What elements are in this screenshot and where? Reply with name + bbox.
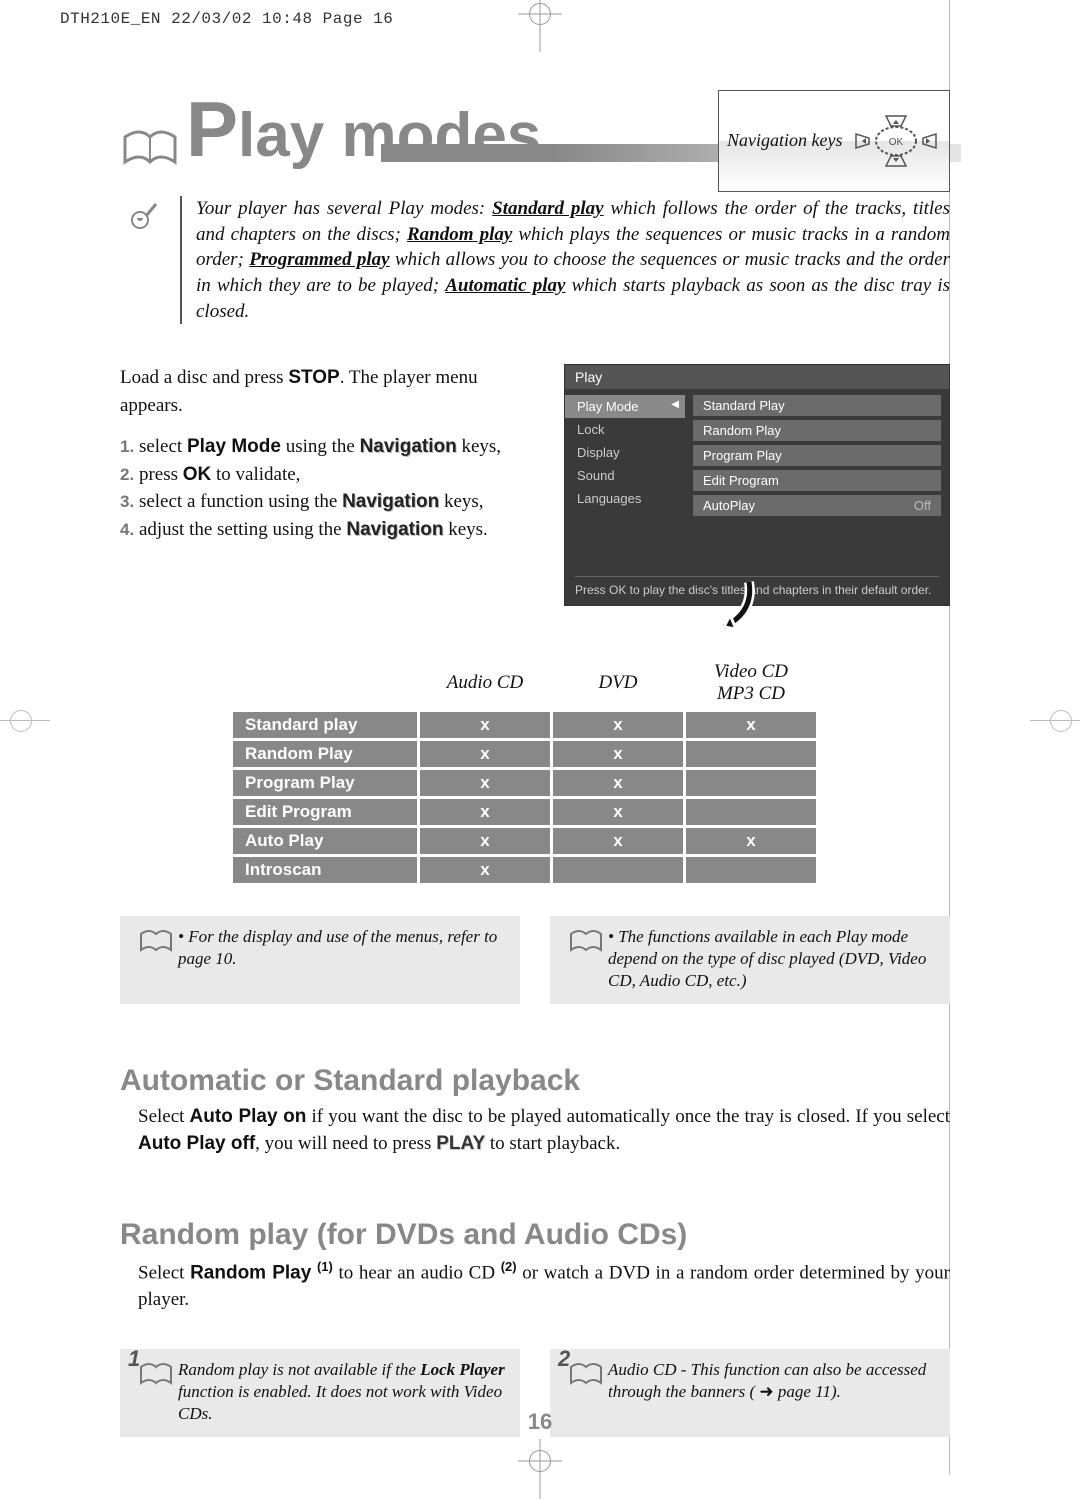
menu-item-playmode[interactable]: Play Mode bbox=[565, 395, 685, 418]
page-title: Play modes bbox=[186, 90, 541, 168]
step-2: 2. press OK to validate, bbox=[120, 461, 540, 489]
footnote-1: 1 Random play is not available if the Lo… bbox=[120, 1349, 520, 1437]
table-row: Random Playxx bbox=[233, 741, 816, 767]
book-icon bbox=[120, 122, 180, 172]
menu-item-display[interactable]: Display bbox=[565, 441, 685, 464]
col-videocd-mp3cd: Video CDMP3 CD bbox=[686, 657, 816, 709]
menu-left-list: Play Mode Lock Display Sound Languages bbox=[565, 389, 685, 539]
step-3: 3. select a function using the Navigatio… bbox=[120, 488, 540, 516]
page-number: 16 bbox=[528, 1409, 552, 1435]
menu-item-sound[interactable]: Sound bbox=[565, 464, 685, 487]
book-icon bbox=[569, 928, 603, 954]
opt-autoplay[interactable]: AutoPlayOff bbox=[693, 495, 941, 516]
tip-text: • For the display and use of the menus, … bbox=[178, 926, 506, 992]
tip-row-1: • For the display and use of the menus, … bbox=[120, 916, 950, 1004]
book-icon bbox=[139, 1361, 173, 1387]
instructions: Load a disc and press STOP. The player m… bbox=[120, 364, 540, 606]
registration-mark-bottom bbox=[526, 1447, 554, 1475]
intro-box: Your player has several Play modes: Stan… bbox=[120, 196, 950, 324]
section-body-random: Select Random Play (1) to hear an audio … bbox=[138, 1258, 950, 1314]
arrow-right-icon: ➜ bbox=[759, 1382, 773, 1401]
page: DTH210E_EN 22/03/02 10:48 Page 16 Naviga… bbox=[0, 0, 1080, 1475]
side-mark-right bbox=[1040, 700, 1080, 740]
note-icon bbox=[120, 196, 170, 324]
opt-edit-program[interactable]: Edit Program bbox=[693, 470, 941, 491]
menu-item-lock[interactable]: Lock bbox=[565, 418, 685, 441]
book-icon bbox=[569, 1361, 603, 1387]
section-body-auto: Select Auto Play on if you want the disc… bbox=[138, 1104, 950, 1157]
badge-1: 1 bbox=[128, 1345, 140, 1374]
col-dvd: DVD bbox=[553, 657, 683, 709]
step-4: 4. adjust the setting using the Navigati… bbox=[120, 516, 540, 544]
menu-hint: Press OK to play the disc's titles and c… bbox=[575, 576, 939, 597]
section-heading-random: Random play (for DVDs and Audio CDs) bbox=[120, 1218, 950, 1252]
footnote-text: Audio CD - This function can also be acc… bbox=[608, 1359, 936, 1425]
print-meta-line: DTH210E_EN 22/03/02 10:48 Page 16 bbox=[60, 10, 393, 28]
dpad-icon: OK bbox=[851, 106, 941, 176]
book-icon bbox=[139, 928, 173, 954]
menu-right-list: Standard Play Random Play Program Play E… bbox=[685, 389, 949, 539]
opt-standard-play[interactable]: Standard Play bbox=[693, 395, 941, 416]
navigation-keys-label: Navigation keys bbox=[719, 131, 842, 151]
table-row: Edit Programxx bbox=[233, 799, 816, 825]
content-area: Navigation keys OK Play modes bbox=[120, 90, 950, 1437]
instructions-and-screenshot: Load a disc and press STOP. The player m… bbox=[120, 364, 950, 606]
tip-text: • The functions available in each Play m… bbox=[608, 926, 936, 992]
badge-2: 2 bbox=[558, 1345, 570, 1374]
step-1: 1. select Play Mode using the Navigation… bbox=[120, 433, 540, 461]
intro-text: Your player has several Play modes: Stan… bbox=[190, 196, 950, 324]
footnote-2: 2 Audio CD - This function can also be a… bbox=[550, 1349, 950, 1437]
title-rest: lay modes bbox=[238, 101, 541, 170]
section-heading-auto: Automatic or Standard playback bbox=[120, 1064, 950, 1098]
col-audio-cd: Audio CD bbox=[420, 657, 550, 709]
tip-menus-ref: • For the display and use of the menus, … bbox=[120, 916, 520, 1004]
navigation-keys-box: Navigation keys OK bbox=[718, 90, 950, 192]
table-header-row: Audio CD DVD Video CDMP3 CD bbox=[233, 657, 816, 709]
menu-header: Play bbox=[565, 365, 949, 389]
opt-program-play[interactable]: Program Play bbox=[693, 445, 941, 466]
table-row: Introscanx bbox=[233, 857, 816, 883]
instruction-lead: Load a disc and press STOP. The player m… bbox=[120, 364, 540, 419]
svg-text:OK: OK bbox=[889, 137, 904, 148]
registration-mark-top bbox=[526, 0, 554, 28]
play-mode-table: Audio CD DVD Video CDMP3 CD Standard pla… bbox=[230, 654, 819, 886]
table-row: Program Playxx bbox=[233, 770, 816, 796]
menu-item-languages[interactable]: Languages bbox=[565, 487, 685, 510]
tip-functions-depend: • The functions available in each Play m… bbox=[550, 916, 950, 1004]
opt-random-play[interactable]: Random Play bbox=[693, 420, 941, 441]
table-row: Standard playxxx bbox=[233, 712, 816, 738]
table-row: Auto Playxxx bbox=[233, 828, 816, 854]
side-mark-left bbox=[0, 700, 40, 740]
player-menu-screenshot: Play Play Mode Lock Display Sound Langua… bbox=[564, 364, 950, 606]
footnote-text: Random play is not available if the Lock… bbox=[178, 1359, 506, 1425]
